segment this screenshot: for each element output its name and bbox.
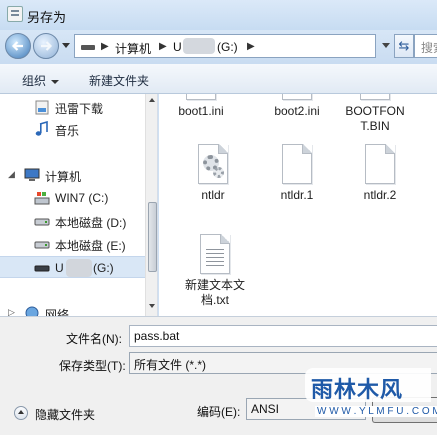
breadcrumb-computer[interactable]: 计算机 — [115, 40, 151, 57]
blank-file-icon — [365, 144, 395, 184]
sidebar-item-label-suffix: (G:) — [93, 261, 114, 275]
filename-input[interactable]: pass.bat — [129, 325, 437, 347]
file-item[interactable]: ntldr.1 — [257, 144, 337, 203]
address-row: ▶ 计算机 ▶ U (G:) ▶ ⇆ 搜索 — [0, 30, 437, 64]
file-name: BOOTFON T.BIN — [345, 104, 405, 133]
scroll-up-icon[interactable] — [149, 98, 155, 102]
system-file-icon — [198, 144, 228, 184]
file-name: boot1.ini — [178, 104, 224, 118]
file-name: 新建文本文 档.txt — [184, 278, 245, 307]
sidebar-item-drive-e[interactable]: 本地磁盘 (E:) — [0, 233, 145, 255]
usb-drive-icon — [34, 265, 50, 272]
chevron-down-icon — [51, 79, 60, 84]
drive-icon — [34, 218, 50, 226]
text-file-icon — [282, 94, 312, 100]
system-drive-icon — [34, 192, 50, 205]
file-name: boot2.ini — [274, 104, 320, 118]
file-list: boot1.ini boot2.ini BOOTFON T.BIN ntldr … — [159, 94, 437, 316]
drive-icon — [81, 45, 95, 50]
sidebar-item-label: WIN7 (C:) — [55, 191, 109, 205]
redacted-drive-label — [183, 38, 215, 54]
sidebar-item-usb-drive[interactable]: U (G:) — [0, 256, 145, 278]
redacted-drive-label — [66, 259, 92, 277]
sidebar-item-label: 本地磁盘 (E:) — [55, 239, 126, 253]
arrow-left-icon — [11, 41, 23, 51]
arrow-right-icon — [41, 41, 53, 51]
blank-file-icon — [282, 144, 312, 184]
hide-folders-label: 隐藏文件夹 — [35, 408, 96, 422]
file-item[interactable]: ntldr.2 — [340, 144, 420, 203]
sidebar-item-drive-d[interactable]: 本地磁盘 (D:) — [0, 210, 145, 232]
sidebar-item-label: U — [55, 261, 64, 275]
file-item[interactable]: 新建文本文 档.txt — [175, 234, 255, 308]
title-bar: 另存为 — [0, 0, 437, 30]
text-file-icon — [186, 94, 216, 100]
file-item[interactable]: boot2.ini — [257, 94, 337, 119]
organize-label: 组织 — [22, 74, 47, 88]
scroll-down-icon[interactable] — [149, 304, 155, 308]
sidebar-item-music[interactable]: 音乐 — [0, 118, 145, 140]
filename-label: 文件名(N): — [66, 332, 122, 346]
sidebar-item-label: 网络 — [45, 308, 70, 316]
notepad-icon — [7, 6, 23, 22]
encoding-label: 编码(E): — [197, 405, 241, 419]
address-history-dropdown[interactable] — [382, 43, 390, 48]
file-name: ntldr — [201, 188, 225, 202]
file-item[interactable]: boot1.ini — [161, 94, 241, 119]
recent-locations-dropdown[interactable] — [62, 43, 70, 48]
address-bar[interactable]: ▶ 计算机 ▶ U (G:) ▶ — [74, 34, 376, 58]
breadcrumb-drive-name[interactable]: U — [173, 40, 182, 54]
file-item[interactable]: ntldr — [173, 144, 253, 203]
organize-button[interactable]: 组织 — [22, 72, 60, 89]
search-input[interactable]: 搜索 — [414, 34, 437, 58]
watermark-text: 雨林木风 — [311, 378, 404, 403]
chevron-right-icon[interactable]: ▶ — [101, 41, 109, 52]
download-folder-icon — [35, 100, 49, 115]
command-toolbar: 组织 新建文件夹 — [0, 64, 437, 94]
refresh-button[interactable]: ⇆ — [394, 34, 414, 58]
network-icon — [25, 306, 39, 316]
file-name: ntldr.1 — [280, 188, 314, 202]
new-folder-button[interactable]: 新建文件夹 — [89, 72, 149, 89]
text-file-icon — [200, 234, 230, 274]
drive-icon — [34, 241, 50, 249]
breadcrumb-drive-letter[interactable]: (G:) — [217, 40, 238, 54]
window-title: 另存为 — [27, 10, 67, 25]
filetype-label: 保存类型(T): — [59, 359, 126, 373]
music-icon — [35, 121, 48, 136]
navigation-pane-scrollbar[interactable] — [145, 94, 157, 316]
file-name: ntldr.2 — [363, 188, 397, 202]
forward-button[interactable] — [33, 33, 59, 59]
sidebar-item-computer[interactable]: ◢ 计算机 — [0, 164, 145, 186]
computer-icon — [24, 168, 40, 181]
sidebar-item-network[interactable]: ▷ 网络 — [0, 302, 145, 316]
sidebar-item-xunlei-downloads[interactable]: 迅雷下载 — [0, 96, 145, 118]
scrollbar-thumb[interactable] — [148, 202, 157, 272]
back-button[interactable] — [5, 33, 31, 59]
sidebar-item-label: 音乐 — [55, 124, 80, 138]
chevron-right-icon[interactable]: ▶ — [247, 41, 255, 52]
sidebar-item-drive-c[interactable]: WIN7 (C:) — [0, 187, 145, 209]
chevron-right-icon[interactable]: ▶ — [159, 41, 167, 52]
text-file-icon — [360, 94, 390, 100]
file-item[interactable]: BOOTFON T.BIN — [335, 94, 415, 134]
watermark: 雨林木风 W W W . Y L M F U . C O M — [305, 366, 437, 432]
expand-triangle-icon[interactable]: ▷ — [8, 307, 15, 316]
navigation-pane: 迅雷下载 音乐 ◢ 计算机 WIN7 (C:) 本地磁盘 (D:) 本地磁盘 (… — [0, 94, 158, 316]
watermark-url: W W W . Y L M F U . C O M — [315, 406, 437, 417]
sidebar-item-label: 本地磁盘 (D:) — [55, 216, 127, 230]
sidebar-item-label: 迅雷下载 — [55, 102, 104, 116]
sidebar-item-label: 计算机 — [45, 170, 82, 184]
chevron-up-icon — [14, 406, 28, 420]
collapse-triangle-icon[interactable]: ◢ — [8, 169, 15, 180]
refresh-icon: ⇆ — [398, 38, 410, 53]
